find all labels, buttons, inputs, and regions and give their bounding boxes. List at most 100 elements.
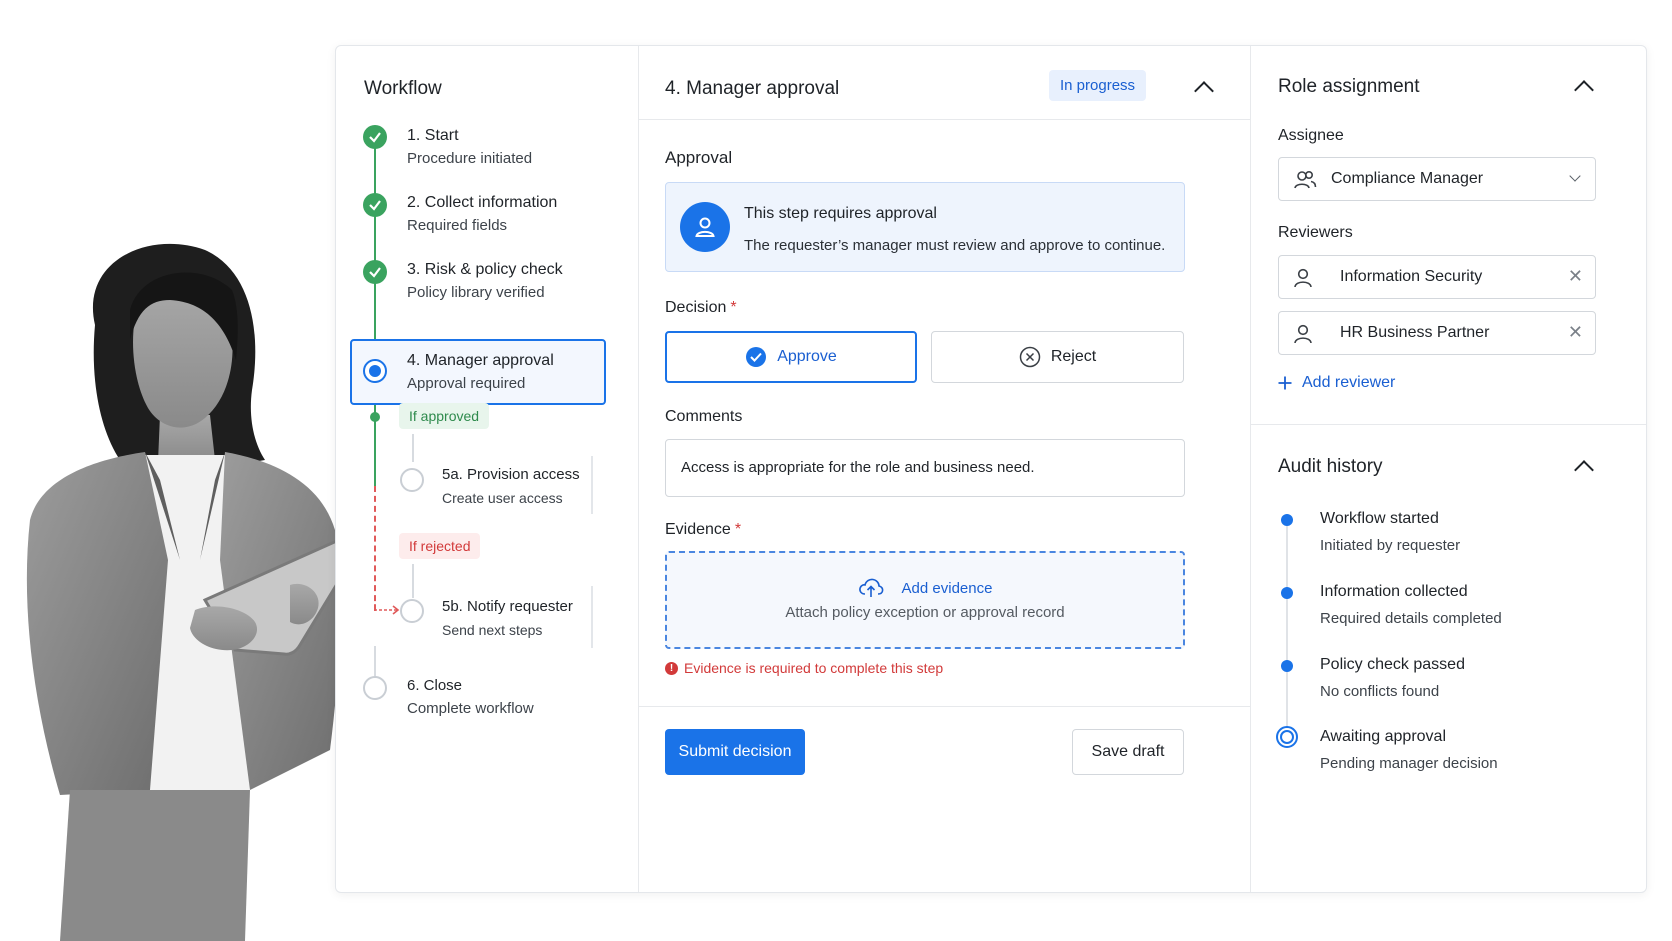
chevron-up-icon[interactable] (1194, 81, 1214, 101)
step-subtitle: Complete workflow (407, 700, 534, 717)
plus-icon (1278, 376, 1292, 390)
step-title: 5b. Notify requester (442, 598, 573, 615)
required-mark: * (730, 299, 737, 316)
add-reviewer-button[interactable]: Add reviewer (1278, 374, 1395, 392)
save-draft-button[interactable]: Save draft (1072, 729, 1184, 775)
required-mark: * (734, 521, 742, 538)
side-panel: Role assignment Assignee Compliance Mana… (1251, 46, 1646, 892)
step-done-icon (363, 260, 387, 284)
person-illustration (26, 243, 360, 941)
branch-connector (412, 434, 414, 462)
add-reviewer-label: Add reviewer (1302, 374, 1396, 391)
branch-edge (591, 586, 593, 648)
step-title: 2. Collect information (407, 194, 558, 211)
chevron-up-icon[interactable] (1574, 460, 1594, 480)
reject-label: Reject (1050, 348, 1097, 365)
workflow-step-2[interactable]: 2. Collect information Required fields (407, 193, 557, 236)
close-icon[interactable]: ✕ (1568, 265, 1583, 287)
evidence-title: Add evidence (901, 579, 993, 597)
audit-dot (1281, 587, 1293, 599)
workflow-step-5b[interactable]: 5b. Notify requester Send next steps (442, 597, 573, 640)
workflow-step-5a[interactable]: 5a. Provision access Create user access (442, 465, 580, 508)
close-icon[interactable]: ✕ (1568, 321, 1583, 343)
reviewer-name: Information Security (1340, 268, 1483, 285)
workflow-step-3[interactable]: 3. Risk & policy check Policy library ve… (407, 260, 563, 303)
reviewers-label: Reviewers (1278, 224, 1353, 241)
branch-arrow-icon (374, 604, 400, 615)
step-pending-icon (400, 599, 424, 623)
cloud-upload-icon (858, 578, 883, 597)
comments-label: Comments (665, 408, 743, 425)
info-title: This step requires approval (744, 205, 937, 222)
decision-label-text: Decision (665, 299, 727, 316)
submit-decision-button[interactable]: Submit decision (665, 729, 805, 775)
audit-event-subtitle: No conflicts found (1320, 683, 1440, 700)
check-icon (369, 132, 381, 143)
evidence-error: ! Evidence is required to complete this … (665, 660, 943, 676)
group-icon (1294, 170, 1317, 189)
audit-event-title: Awaiting approval (1320, 728, 1447, 745)
reviewer-name: HR Business Partner (1340, 324, 1490, 341)
evidence-subtitle: Attach policy exception or approval reco… (785, 604, 1065, 621)
decision-label: Decision * (665, 299, 737, 317)
status-badge: In progress (1049, 70, 1147, 101)
audit-event-subtitle: Required details completed (1320, 610, 1502, 627)
step-done-icon (363, 125, 387, 149)
comments-field[interactable]: Access is appropriate for the role and b… (665, 439, 1185, 497)
x-circle-icon (1019, 346, 1041, 368)
evidence-label-text: Evidence (665, 521, 731, 538)
step-title: 6. Close (407, 677, 463, 694)
evidence-label: Evidence * (665, 521, 741, 539)
assignee-select[interactable]: Compliance Manager (1278, 157, 1596, 201)
user-icon (1294, 268, 1312, 288)
user-icon (680, 202, 730, 252)
branch-connector (412, 564, 414, 598)
chevron-down-icon (1569, 170, 1581, 182)
approve-label: Approve (777, 348, 837, 365)
audit-event-subtitle: Initiated by requester (1320, 537, 1461, 554)
check-icon (369, 200, 381, 211)
step-title: 5a. Provision access (442, 466, 580, 483)
branch-edge (591, 456, 593, 514)
workflow-step-6[interactable]: 6. Close Complete workflow (407, 676, 534, 719)
role-assignment-title: Role assignment (1278, 76, 1420, 97)
reject-button[interactable]: Reject (931, 331, 1184, 383)
audit-event-title: Workflow started (1320, 510, 1439, 527)
error-icon: ! (665, 661, 678, 675)
approval-heading: Approval (665, 148, 733, 167)
evidence-dropzone[interactable]: Add evidence Attach policy exception or … (665, 551, 1185, 649)
audit-dot (1281, 660, 1293, 672)
assignee-label: Assignee (1278, 127, 1344, 144)
audit-current-icon (1276, 726, 1298, 748)
error-text: Evidence is required to complete this st… (684, 660, 944, 676)
workflow-step-4[interactable]: 4. Manager approval Approval required (350, 339, 606, 405)
step-title: 3. Risk & policy check (407, 261, 563, 278)
step-header: 4. Manager approval In progress (639, 46, 1250, 120)
step-done-icon (363, 193, 387, 217)
reviewer-chip[interactable]: HR Business Partner ✕ (1278, 311, 1596, 355)
section-divider (1251, 424, 1646, 425)
audit-event-title: Policy check passed (1320, 656, 1465, 673)
chevron-up-icon[interactable] (1574, 80, 1594, 100)
step-title: 1. Start (407, 127, 459, 144)
workflow-rail-rejected (374, 486, 376, 611)
check-icon (369, 267, 381, 278)
step-title: 4. Manager approval (407, 352, 554, 369)
step-subtitle: Required fields (407, 217, 508, 234)
approve-button[interactable]: Approve (665, 331, 917, 383)
step-current-icon (363, 359, 387, 383)
assignee-value: Compliance Manager (1331, 170, 1484, 187)
step-subtitle: Policy library verified (407, 284, 545, 301)
workflow-panel: Workflow 1. Start Procedure initiated 2.… (336, 46, 639, 892)
audit-event-title: Information collected (1320, 583, 1468, 600)
approval-info-box: This step requires approval The requeste… (665, 182, 1185, 272)
audit-history-title: Audit history (1278, 456, 1383, 477)
workflow-step-1[interactable]: 1. Start Procedure initiated (407, 126, 532, 169)
check-circle-icon (746, 347, 767, 367)
audit-dot (1281, 514, 1293, 526)
workflow-rail-approved (374, 396, 376, 486)
user-icon (1294, 324, 1312, 344)
info-description: The requester’s manager must review and … (744, 237, 1166, 254)
audit-rail (1286, 526, 1288, 746)
reviewer-chip[interactable]: Information Security ✕ (1278, 255, 1596, 299)
